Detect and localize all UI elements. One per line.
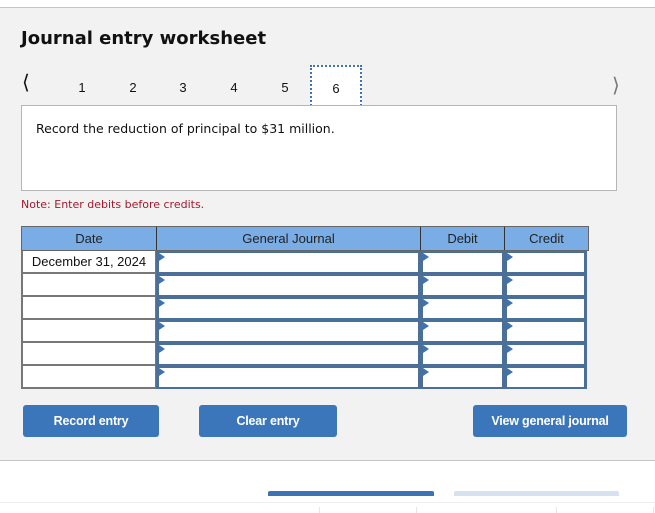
- dropdown-marker-icon: [507, 345, 513, 353]
- prompt-text: Record the reduction of principal to $31…: [36, 121, 335, 136]
- debit-input[interactable]: [420, 297, 504, 320]
- credit-input[interactable]: [504, 320, 587, 343]
- credit-input[interactable]: [504, 251, 587, 274]
- dropdown-marker-icon: [159, 368, 165, 376]
- journal-row: [21, 320, 589, 343]
- dropdown-marker-icon: [507, 276, 513, 284]
- date-cell: [21, 297, 156, 320]
- dropdown-marker-icon: [507, 368, 513, 376]
- bottom-divider: [0, 502, 655, 503]
- journal-row: [21, 366, 589, 389]
- date-cell: [21, 343, 156, 366]
- credit-input[interactable]: [504, 366, 587, 389]
- account-input[interactable]: [156, 343, 420, 366]
- header-credit: Credit: [529, 231, 564, 246]
- account-input[interactable]: [156, 251, 420, 274]
- account-input[interactable]: [156, 274, 420, 297]
- dropdown-marker-icon: [507, 322, 513, 330]
- record-entry-button[interactable]: Record entry: [23, 405, 159, 437]
- journal-row: [21, 343, 589, 366]
- prompt-box: Record the reduction of principal to $31…: [21, 105, 617, 191]
- header-date: Date: [22, 227, 157, 250]
- dropdown-marker-icon: [423, 253, 429, 261]
- step-tab-4[interactable]: 4: [214, 72, 254, 104]
- debit-input[interactable]: [420, 366, 504, 389]
- worksheet-title: Journal entry worksheet: [21, 28, 267, 49]
- chevron-right-icon[interactable]: ⟩: [612, 74, 630, 96]
- debit-input[interactable]: [420, 320, 504, 343]
- account-input[interactable]: [156, 320, 420, 343]
- journal-row: [21, 274, 589, 297]
- dropdown-marker-icon: [159, 253, 165, 261]
- dropdown-marker-icon: [423, 276, 429, 284]
- debit-input[interactable]: [420, 251, 504, 274]
- dropdown-marker-icon: [159, 322, 165, 330]
- dropdown-marker-icon: [423, 368, 429, 376]
- credit-input[interactable]: [504, 297, 587, 320]
- step-tab-5[interactable]: 5: [265, 72, 305, 104]
- journal-row: December 31, 2024: [21, 251, 589, 274]
- date-cell: [21, 274, 156, 297]
- account-input[interactable]: [156, 366, 420, 389]
- journal-table: Date General Journal Debit Credit Decemb…: [21, 226, 589, 389]
- note-text: Note: Enter debits before credits.: [21, 198, 205, 211]
- date-cell: December 31, 2024: [21, 251, 156, 274]
- clear-entry-button[interactable]: Clear entry: [199, 405, 337, 437]
- date-cell: [21, 366, 156, 389]
- page-tab-active[interactable]: [268, 491, 434, 496]
- journal-header-row: Date General Journal Debit Credit: [21, 226, 589, 251]
- credit-input[interactable]: [504, 274, 587, 297]
- dropdown-marker-icon: [423, 299, 429, 307]
- journal-row: [21, 297, 589, 320]
- account-input[interactable]: [156, 297, 420, 320]
- step-tab-3[interactable]: 3: [163, 72, 203, 104]
- divider-tick: [416, 507, 417, 513]
- dropdown-marker-icon: [507, 299, 513, 307]
- step-tab-2[interactable]: 2: [113, 72, 153, 104]
- divider-tick: [653, 507, 654, 513]
- dropdown-marker-icon: [159, 276, 165, 284]
- view-general-journal-button[interactable]: View general journal: [473, 405, 627, 437]
- divider-tick: [319, 507, 320, 513]
- header-general-journal: General Journal: [157, 227, 421, 250]
- dropdown-marker-icon: [423, 322, 429, 330]
- worksheet-panel: Journal entry worksheet ⟨ 1 2 3 4 5 6 ⟩ …: [0, 7, 655, 461]
- debit-input[interactable]: [420, 343, 504, 366]
- page-tab-inactive[interactable]: [454, 491, 619, 496]
- date-cell: [21, 320, 156, 343]
- credit-input[interactable]: [504, 343, 587, 366]
- dropdown-marker-icon: [159, 345, 165, 353]
- dropdown-marker-icon: [507, 253, 513, 261]
- chevron-left-icon[interactable]: ⟨: [22, 71, 40, 93]
- step-tab-1[interactable]: 1: [62, 72, 102, 104]
- dropdown-marker-icon: [159, 299, 165, 307]
- divider-tick: [556, 507, 557, 513]
- header-debit: Debit: [421, 227, 505, 250]
- journal-body: December 31, 2024: [21, 251, 589, 389]
- debit-input[interactable]: [420, 274, 504, 297]
- dropdown-marker-icon: [423, 345, 429, 353]
